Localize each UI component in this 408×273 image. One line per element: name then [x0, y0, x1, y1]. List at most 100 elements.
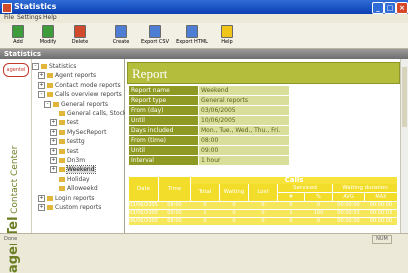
table-row: 03/06/2005 08:00 0 0 0 0 0 00:00:00 00:00:00 — [129, 202, 397, 209]
brand-name: agenTel Contact Center — [6, 133, 26, 273]
expand-icon[interactable]: + — [50, 128, 57, 136]
info-value: 09:00 — [199, 146, 289, 155]
report-title: Report — [132, 66, 168, 81]
vertical-scrollbar[interactable] — [400, 59, 408, 233]
header-waiting-duration: Waiting duration — [333, 184, 397, 192]
table-cell: 0 — [289, 202, 293, 208]
expand-icon[interactable]: + — [50, 138, 57, 146]
folder-icon — [47, 82, 53, 88]
tree-item[interactable]: + testtg — [50, 138, 85, 146]
tree-item-label: test — [67, 147, 79, 155]
table-cell: 00:00:00 — [337, 218, 360, 224]
minimize-button[interactable]: _ — [372, 2, 384, 14]
table-row: 03/06/2005 09:00 1 0 0 1 100 00:00:03 00:00:03 — [129, 210, 397, 217]
tree-item[interactable]: - General reports — [44, 100, 109, 109]
header-total: Total — [191, 184, 219, 201]
tree-item-label: General reports — [61, 100, 109, 108]
tree-item[interactable]: + test — [50, 147, 79, 156]
tree-item[interactable]: Alloweekd — [50, 185, 98, 193]
report-info-row: Interval 1 hour — [129, 156, 289, 165]
status-bar: Done NUM — [0, 233, 408, 244]
tree-item[interactable]: + MySecReport — [50, 128, 107, 137]
tree-item-label: Agent reports — [55, 72, 97, 80]
expand-icon[interactable]: + — [50, 157, 57, 164]
table-cell: 00:00:03 — [337, 210, 360, 216]
header-waiting: Waiting — [220, 184, 248, 201]
tree-item[interactable]: - Statistics — [32, 63, 76, 71]
menu-bar: File Settings Help — [0, 14, 408, 23]
table-cell: 0 — [261, 210, 265, 216]
add-button[interactable]: Add — [6, 25, 30, 47]
table-cell: 06/06/2005 — [129, 218, 158, 224]
delete-icon — [74, 25, 86, 38]
header-lost: Lost — [249, 184, 277, 201]
folder-icon — [59, 167, 65, 173]
expand-icon[interactable]: + — [38, 204, 45, 211]
modify-button[interactable]: Modify — [34, 25, 62, 47]
subheader-avg: AVG — [333, 193, 364, 201]
agentel-logo: agentel — [3, 63, 29, 77]
export-html-icon — [186, 25, 198, 38]
help-icon — [221, 25, 233, 38]
tree-item-label: Weekend — [66, 165, 96, 175]
report-info-row: Until 10/06/2005 — [129, 116, 289, 125]
window-title: Statistics — [14, 2, 57, 11]
report-info-row: Report type General reports — [129, 96, 289, 105]
tree-item[interactable]: Holiday — [50, 176, 90, 184]
tree-item[interactable]: + Agent reports — [38, 72, 96, 80]
header-time: Time — [159, 177, 190, 201]
tree-item[interactable]: + Weekend — [50, 165, 96, 175]
maximize-button[interactable]: □ — [384, 2, 396, 14]
tree-item[interactable]: + test — [50, 119, 79, 127]
help-button[interactable]: Help — [216, 25, 238, 47]
export-csv-button[interactable]: Export CSV — [138, 25, 172, 47]
info-value: Mon., Tue., Wed., Thu., Fri. — [199, 126, 289, 135]
close-button[interactable]: × — [396, 2, 408, 14]
add-report-icon — [12, 25, 24, 38]
collapse-icon[interactable]: - — [38, 91, 45, 99]
info-value: 08:00 — [199, 136, 289, 145]
tree-item[interactable]: - Calls overview reports — [38, 91, 122, 99]
report-header: Report — [127, 62, 400, 84]
menu-settings[interactable]: Settings — [17, 14, 42, 21]
delete-button[interactable]: Delete — [66, 25, 94, 47]
info-value: 03/06/2005 — [199, 106, 289, 115]
folder-icon — [59, 120, 65, 126]
expand-icon[interactable]: + — [50, 147, 57, 155]
scrollbar-thumb[interactable] — [402, 67, 407, 127]
collapse-icon[interactable]: - — [44, 100, 51, 108]
info-key: From (day) — [129, 106, 198, 115]
tree-item-label: MySecReport — [67, 128, 107, 136]
table-cell: 0 — [316, 202, 321, 208]
table-cell: 1 — [289, 210, 293, 216]
tree-item[interactable]: + Login reports — [38, 194, 95, 203]
expand-icon[interactable]: + — [50, 119, 57, 127]
expand-icon[interactable]: + — [38, 72, 45, 80]
create-button[interactable]: Create — [108, 25, 134, 47]
menu-help[interactable]: Help — [43, 14, 57, 21]
table-cell: 0 — [203, 202, 207, 208]
navigation-panel: agentel agenTel Contact Center - Statisti… — [0, 59, 141, 273]
brand-strip: agentel agenTel Contact Center — [0, 59, 32, 273]
expand-icon[interactable]: + — [38, 194, 45, 202]
tree-item-label: Calls overview reports — [55, 91, 122, 99]
table-cell: 0 — [232, 210, 236, 216]
table-cell: 0 — [261, 218, 265, 224]
info-value: General reports — [199, 96, 289, 105]
tree-item[interactable]: + Custom reports — [38, 204, 101, 212]
expand-icon[interactable]: + — [50, 166, 57, 174]
table-cell: 0 — [261, 202, 265, 208]
menu-file[interactable]: File — [4, 14, 14, 21]
table-cell: 100 — [313, 210, 324, 216]
tree-item[interactable]: + Contact mode reports — [38, 81, 121, 90]
collapse-icon[interactable]: - — [32, 63, 39, 70]
table-cell: 08:00 — [167, 202, 182, 208]
title-bar: Statistics _ □ × — [0, 0, 408, 14]
folder-icon — [47, 195, 53, 201]
export-html-button[interactable]: Export HTML — [174, 25, 210, 47]
table-cell: 00:00:00 — [369, 218, 393, 224]
tree-item[interactable]: + Dn3m — [50, 157, 85, 165]
header-date: Date — [129, 177, 158, 201]
report-tree: - Statistics + Agent reports + Contact mode r… — [32, 63, 141, 231]
expand-icon[interactable]: + — [38, 81, 45, 89]
